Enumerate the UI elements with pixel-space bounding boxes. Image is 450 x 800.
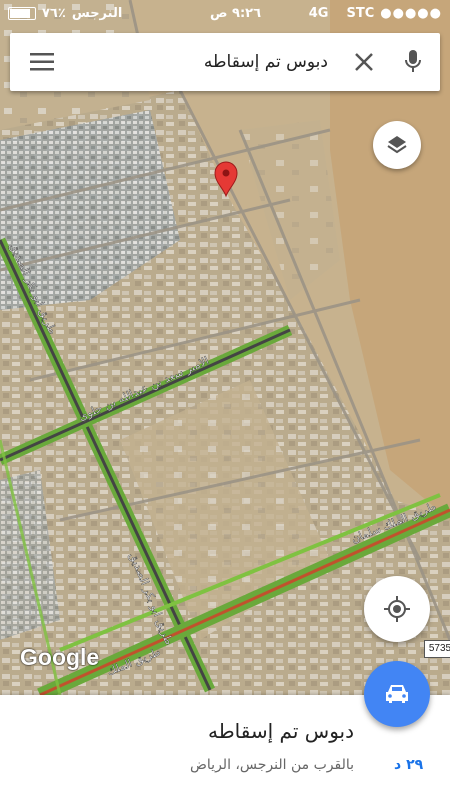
menu-button[interactable] [10, 33, 74, 91]
network-type: 4G [308, 5, 329, 21]
clear-button[interactable] [342, 33, 386, 91]
route-shield: 5735 [424, 640, 450, 658]
status-bar: ٧٦٪ النرجس ٩:٢٦ ص 4G STC ●●●●● [0, 0, 450, 26]
status-left: ٧٦٪ النرجس [8, 6, 122, 21]
battery-percent: ٧٦٪ [42, 5, 66, 21]
layers-icon [387, 136, 407, 154]
place-subtitle: بالقرب من النرجس، الرياض [189, 757, 354, 773]
signal-icon: ●●●●● [380, 5, 442, 21]
voice-search-button[interactable] [386, 33, 440, 91]
microphone-icon [405, 50, 421, 72]
car-icon [386, 685, 408, 703]
my-location-button[interactable] [364, 576, 430, 642]
directions-button[interactable] [364, 661, 430, 727]
carrier-name: STC [346, 5, 375, 21]
menu-icon [30, 53, 54, 71]
search-input[interactable]: دبوس تم إسقاطه [74, 52, 342, 72]
search-bar[interactable]: دبوس تم إسقاطه [10, 33, 440, 91]
status-time: ٩:٢٦ ص [210, 5, 262, 21]
travel-time: ٢٩ د [394, 757, 424, 773]
google-logo: Google [20, 644, 100, 670]
battery-icon [8, 6, 36, 20]
status-location: النرجس [71, 5, 123, 21]
close-icon [355, 53, 373, 71]
layers-button[interactable] [373, 121, 421, 169]
status-right: 4G STC ●●●●● [309, 6, 442, 21]
place-title: دبوس تم إسقاطه [208, 719, 354, 743]
my-location-icon [384, 596, 410, 622]
